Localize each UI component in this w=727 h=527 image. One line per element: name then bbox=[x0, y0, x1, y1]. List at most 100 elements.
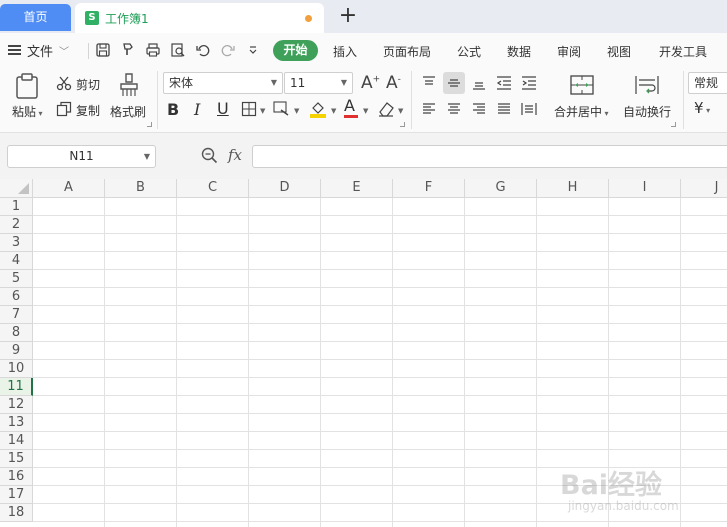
redo-icon[interactable] bbox=[220, 42, 236, 58]
increase-font-icon[interactable]: A+ bbox=[361, 73, 380, 93]
row-header[interactable]: 8 bbox=[0, 324, 33, 342]
wrap-text-icon[interactable] bbox=[635, 75, 659, 95]
align-center-icon[interactable] bbox=[443, 98, 465, 120]
grid-line bbox=[33, 215, 727, 216]
cut-label[interactable]: 剪切 bbox=[76, 76, 100, 93]
column-header[interactable]: H bbox=[537, 179, 609, 198]
dropdown-arrow-icon[interactable]: ▼ bbox=[294, 107, 299, 115]
column-header[interactable]: E bbox=[321, 179, 393, 198]
row-header[interactable]: 5 bbox=[0, 270, 33, 288]
save-icon[interactable] bbox=[95, 42, 111, 58]
undo-icon[interactable] bbox=[195, 42, 211, 58]
justify-icon[interactable] bbox=[493, 98, 515, 120]
ribbon: 粘贴 ▾ 剪切 复制 格式刷 宋体 ▼ 11 ▼ A+ A- B I U ▼ ▼ ▼… bbox=[0, 67, 727, 133]
merge-center-icon[interactable] bbox=[570, 75, 594, 95]
tab-review[interactable]: 审阅 bbox=[557, 43, 581, 60]
cell-style-icon[interactable] bbox=[273, 101, 291, 117]
new-tab-button[interactable]: + bbox=[338, 3, 358, 29]
column-header[interactable]: G bbox=[465, 179, 537, 198]
tab-view[interactable]: 视图 bbox=[607, 43, 631, 60]
tab-page-layout[interactable]: 页面布局 bbox=[383, 43, 431, 60]
tab-workbook[interactable]: S 工作簿1 bbox=[75, 3, 324, 33]
alignment-dialog-launcher[interactable] bbox=[671, 122, 676, 127]
tab-home[interactable]: 首页 bbox=[0, 4, 71, 31]
align-top-icon[interactable] bbox=[418, 72, 440, 94]
copy-icon[interactable] bbox=[56, 101, 72, 117]
font-color-icon[interactable]: A bbox=[344, 98, 358, 118]
dropdown-arrow-icon[interactable]: ▼ bbox=[260, 107, 265, 115]
quick-access-more-icon[interactable] bbox=[245, 42, 261, 58]
clear-format-icon[interactable] bbox=[377, 101, 395, 117]
insert-function-icon[interactable]: fx bbox=[228, 146, 242, 164]
dropdown-arrow-icon[interactable]: ▼ bbox=[398, 107, 403, 115]
row-header[interactable]: 1 bbox=[0, 198, 33, 216]
row-header[interactable]: 2 bbox=[0, 216, 33, 234]
font-dialog-launcher[interactable] bbox=[400, 122, 405, 127]
clipboard-dialog-launcher[interactable] bbox=[147, 122, 152, 127]
column-header[interactable]: C bbox=[177, 179, 249, 198]
dropdown-arrow-icon[interactable]: ▼ bbox=[363, 107, 368, 115]
tab-start[interactable]: 开始 bbox=[273, 40, 318, 61]
row-header[interactable]: 15 bbox=[0, 450, 33, 468]
font-name-select[interactable]: 宋体 ▼ bbox=[163, 72, 283, 94]
underline-icon[interactable]: U bbox=[217, 99, 229, 118]
row-header[interactable]: 6 bbox=[0, 288, 33, 306]
row-header[interactable]: 13 bbox=[0, 414, 33, 432]
italic-icon[interactable]: I bbox=[194, 100, 200, 119]
align-right-icon[interactable] bbox=[468, 98, 490, 120]
paste-label[interactable]: 粘贴 ▾ bbox=[12, 103, 43, 120]
align-bottom-icon[interactable] bbox=[468, 72, 490, 94]
decrease-indent-icon[interactable] bbox=[493, 72, 515, 94]
row-header[interactable]: 9 bbox=[0, 342, 33, 360]
column-header[interactable]: J bbox=[681, 179, 727, 198]
column-header[interactable]: D bbox=[249, 179, 321, 198]
file-menu[interactable]: 文件 ﹀ bbox=[8, 40, 69, 60]
wrap-text-label[interactable]: 自动换行 bbox=[623, 103, 671, 120]
paste-button[interactable] bbox=[15, 73, 39, 99]
border-icon[interactable] bbox=[241, 101, 257, 117]
zoom-search-icon[interactable] bbox=[201, 147, 218, 167]
merge-center-label[interactable]: 合并居中 ▾ bbox=[554, 103, 609, 120]
row-header[interactable]: 16 bbox=[0, 468, 33, 486]
format-brush-icon[interactable] bbox=[120, 42, 136, 58]
row-header[interactable]: 12 bbox=[0, 396, 33, 414]
row-header[interactable]: 17 bbox=[0, 486, 33, 504]
column-header[interactable]: A bbox=[33, 179, 105, 198]
currency-icon[interactable]: ¥ ▾ bbox=[694, 99, 710, 117]
increase-indent-icon[interactable] bbox=[518, 72, 540, 94]
baidu-watermark: Bai经验 jingyan.baidu.com bbox=[560, 463, 700, 523]
column-header[interactable]: I bbox=[609, 179, 681, 198]
align-middle-icon[interactable] bbox=[443, 72, 465, 94]
row-header[interactable]: 7 bbox=[0, 306, 33, 324]
dropdown-arrow-icon[interactable]: ▼ bbox=[331, 107, 336, 115]
row-header[interactable]: 4 bbox=[0, 252, 33, 270]
menu-row: 文件 ﹀ 开始 插入 页面布局 公式 数据 审阅 视图 开发工具 bbox=[0, 33, 727, 67]
align-left-icon[interactable] bbox=[418, 98, 440, 120]
formula-input[interactable] bbox=[252, 145, 727, 168]
row-header[interactable]: 10 bbox=[0, 360, 33, 378]
column-header[interactable]: F bbox=[393, 179, 465, 198]
number-format-select[interactable]: 常规 bbox=[688, 72, 727, 94]
copy-label[interactable]: 复制 bbox=[76, 102, 100, 119]
row-header[interactable]: 14 bbox=[0, 432, 33, 450]
tab-data[interactable]: 数据 bbox=[507, 43, 531, 60]
print-icon[interactable] bbox=[145, 42, 161, 58]
print-preview-icon[interactable] bbox=[170, 42, 186, 58]
cut-icon[interactable] bbox=[56, 75, 72, 91]
tab-insert[interactable]: 插入 bbox=[333, 43, 357, 60]
row-header[interactable]: 3 bbox=[0, 234, 33, 252]
select-all-corner[interactable] bbox=[0, 179, 33, 198]
row-header[interactable]: 18 bbox=[0, 504, 33, 522]
tab-formulas[interactable]: 公式 bbox=[457, 43, 481, 60]
column-header[interactable]: B bbox=[105, 179, 177, 198]
decrease-font-icon[interactable]: A- bbox=[386, 73, 401, 93]
bold-icon[interactable]: B bbox=[167, 100, 179, 119]
format-painter-label[interactable]: 格式刷 bbox=[110, 103, 146, 120]
tab-developer[interactable]: 开发工具 bbox=[659, 43, 707, 60]
row-header[interactable]: 11 bbox=[0, 378, 33, 396]
name-box[interactable]: N11 ▼ bbox=[7, 145, 156, 168]
fill-color-icon[interactable] bbox=[309, 100, 327, 118]
distributed-align-icon[interactable] bbox=[518, 98, 540, 120]
font-size-select[interactable]: 11 ▼ bbox=[284, 72, 353, 94]
format-painter-icon[interactable] bbox=[118, 72, 140, 98]
